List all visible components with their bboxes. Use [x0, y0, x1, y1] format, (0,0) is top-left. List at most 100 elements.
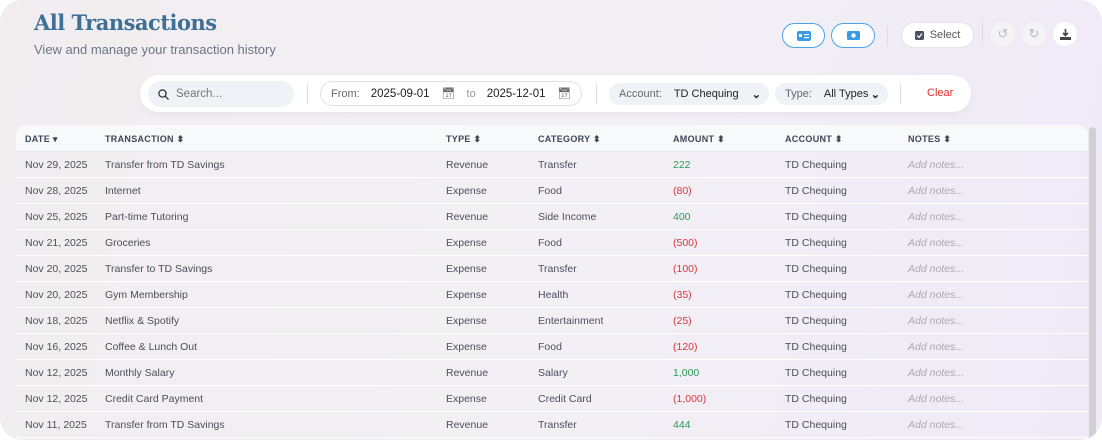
column-header-account[interactable]: ACCOUNT ⬍	[785, 134, 843, 145]
cell-transaction: Credit Card Payment	[105, 393, 204, 405]
column-header-transaction[interactable]: TRANSACTION ⬍	[105, 134, 184, 145]
table-row[interactable]: Nov 29, 2025 Transfer from TD Savings Reve…	[16, 152, 1088, 178]
cell-amount: (1,000)	[673, 393, 707, 405]
divider	[887, 26, 888, 46]
cell-category: Transfer	[538, 263, 577, 275]
notes-input[interactable]: Add notes...	[908, 289, 964, 301]
from-date-input[interactable]: 2025-09-01	[371, 88, 430, 100]
clear-button[interactable]: Clear	[927, 87, 953, 99]
divider	[307, 84, 308, 104]
account-label: Account:	[619, 88, 662, 100]
notes-input[interactable]: Add notes...	[908, 237, 964, 249]
notes-input[interactable]: Add notes...	[908, 419, 964, 431]
sort-icon: ⬍	[590, 134, 601, 144]
cell-amount: (100)	[673, 263, 698, 275]
cell-amount: (35)	[673, 289, 692, 301]
cell-transaction: Internet	[105, 185, 141, 197]
column-header-type[interactable]: TYPE ⬍	[446, 134, 481, 145]
cell-date: Nov 12, 2025	[25, 393, 88, 405]
cell-type: Expense	[446, 237, 487, 249]
undo-button[interactable]: ↺	[991, 22, 1015, 46]
notes-input[interactable]: Add notes...	[908, 393, 964, 405]
to-date-input[interactable]: 2025-12-01	[487, 88, 546, 100]
cell-date: Nov 20, 2025	[25, 263, 88, 275]
column-header-date[interactable]: DATE ▾	[25, 134, 58, 145]
cell-transaction: Groceries	[105, 237, 151, 249]
notes-input[interactable]: Add notes...	[908, 185, 964, 197]
cell-category: Entertainment	[538, 315, 604, 327]
column-header-notes[interactable]: NOTES ⬍	[908, 134, 951, 145]
filter-bar: Search... From: 2025-09-01 📅︎ to 2025-12…	[140, 75, 971, 112]
cell-account: TD Chequing	[785, 185, 847, 197]
cell-account: TD Chequing	[785, 289, 847, 301]
notes-input[interactable]: Add notes...	[908, 263, 964, 275]
divider	[900, 84, 901, 104]
account-select[interactable]: Account: TD Chequing ⌄	[609, 83, 769, 105]
table-row[interactable]: Nov 12, 2025 Monthly Salary Revenue Salary 1…	[16, 360, 1088, 386]
table-body: Nov 29, 2025 Transfer from TD Savings Reve…	[16, 152, 1088, 438]
cell-date: Nov 28, 2025	[25, 185, 88, 197]
cell-account: TD Chequing	[785, 341, 847, 353]
cell-type: Revenue	[446, 211, 489, 223]
divider	[596, 84, 597, 104]
divider	[982, 23, 983, 41]
table-row[interactable]: Nov 11, 2025 Transfer from TD Savings Reve…	[16, 412, 1088, 438]
checkbox-icon	[914, 30, 924, 40]
cell-transaction: Coffee & Lunch Out	[105, 341, 198, 353]
table-row[interactable]: Nov 20, 2025 Transfer to TD Savings Expens…	[16, 256, 1088, 282]
from-label: From:	[331, 87, 360, 100]
download-button[interactable]	[1053, 22, 1077, 46]
money-icon	[846, 31, 860, 40]
cell-account: TD Chequing	[785, 159, 847, 171]
cell-account: TD Chequing	[785, 419, 847, 431]
cell-category: Side Income	[538, 211, 597, 223]
table-row[interactable]: Nov 12, 2025 Credit Card Payment Expense Cr…	[16, 386, 1088, 412]
undo-icon: ↺	[997, 26, 1009, 41]
cell-date: Nov 12, 2025	[25, 367, 88, 379]
cell-transaction: Transfer from TD Savings	[105, 419, 225, 431]
cell-account: TD Chequing	[785, 393, 847, 405]
table-row[interactable]: Nov 20, 2025 Gym Membership Expense Health (…	[16, 282, 1088, 308]
notes-input[interactable]: Add notes...	[908, 367, 964, 379]
scrollbar[interactable]	[1089, 127, 1096, 440]
column-header-category[interactable]: CATEGORY ⬍	[538, 134, 601, 145]
search-input[interactable]: Search...	[148, 81, 294, 107]
table-row[interactable]: Nov 28, 2025 Internet Expense Food (80) TD Ch…	[16, 178, 1088, 204]
page-title: All Transactions	[34, 10, 217, 35]
cell-date: Nov 11, 2025	[25, 419, 87, 431]
redo-button[interactable]: ↻	[1022, 22, 1046, 46]
cell-type: Expense	[446, 315, 487, 327]
column-label: AMOUNT	[673, 134, 715, 144]
table-row[interactable]: Nov 18, 2025 Netflix & Spotify Expense Ente…	[16, 308, 1088, 334]
table-row[interactable]: Nov 16, 2025 Coffee & Lunch Out Expense Foo…	[16, 334, 1088, 360]
money-transfer-button[interactable]	[831, 23, 875, 48]
type-select[interactable]: Type: All Types ⌄	[775, 83, 888, 105]
type-value: All Types	[823, 88, 869, 100]
download-icon	[1059, 28, 1071, 40]
id-card-icon	[796, 30, 811, 41]
notes-input[interactable]: Add notes...	[908, 159, 964, 171]
notes-input[interactable]: Add notes...	[908, 211, 964, 223]
cell-amount: (80)	[673, 185, 692, 197]
chevron-down-icon: ⌄	[870, 88, 880, 101]
cell-amount: 444	[673, 419, 691, 431]
cell-date: Nov 29, 2025	[25, 159, 88, 171]
select-button[interactable]: Select	[901, 22, 974, 48]
calendar-icon[interactable]: 📅︎	[558, 87, 572, 100]
column-label: NOTES	[908, 134, 941, 144]
column-label: TRANSACTION	[105, 134, 174, 144]
cell-amount: 222	[673, 159, 691, 171]
cell-type: Revenue	[446, 367, 489, 379]
table-row[interactable]: Nov 21, 2025 Groceries Expense Food (500) TD …	[16, 230, 1088, 256]
cell-date: Nov 18, 2025	[25, 315, 88, 327]
cell-category: Credit Card	[538, 393, 592, 405]
notes-input[interactable]: Add notes...	[908, 315, 964, 327]
notes-input[interactable]: Add notes...	[908, 341, 964, 353]
cell-account: TD Chequing	[785, 237, 847, 249]
table-row[interactable]: Nov 25, 2025 Part-time Tutoring Revenue Sid…	[16, 204, 1088, 230]
card-view-button[interactable]	[782, 23, 825, 48]
column-header-amount[interactable]: AMOUNT ⬍	[673, 134, 725, 145]
calendar-icon[interactable]: 📅︎	[442, 87, 456, 100]
cell-account: TD Chequing	[785, 211, 847, 223]
to-label: to	[466, 87, 476, 100]
